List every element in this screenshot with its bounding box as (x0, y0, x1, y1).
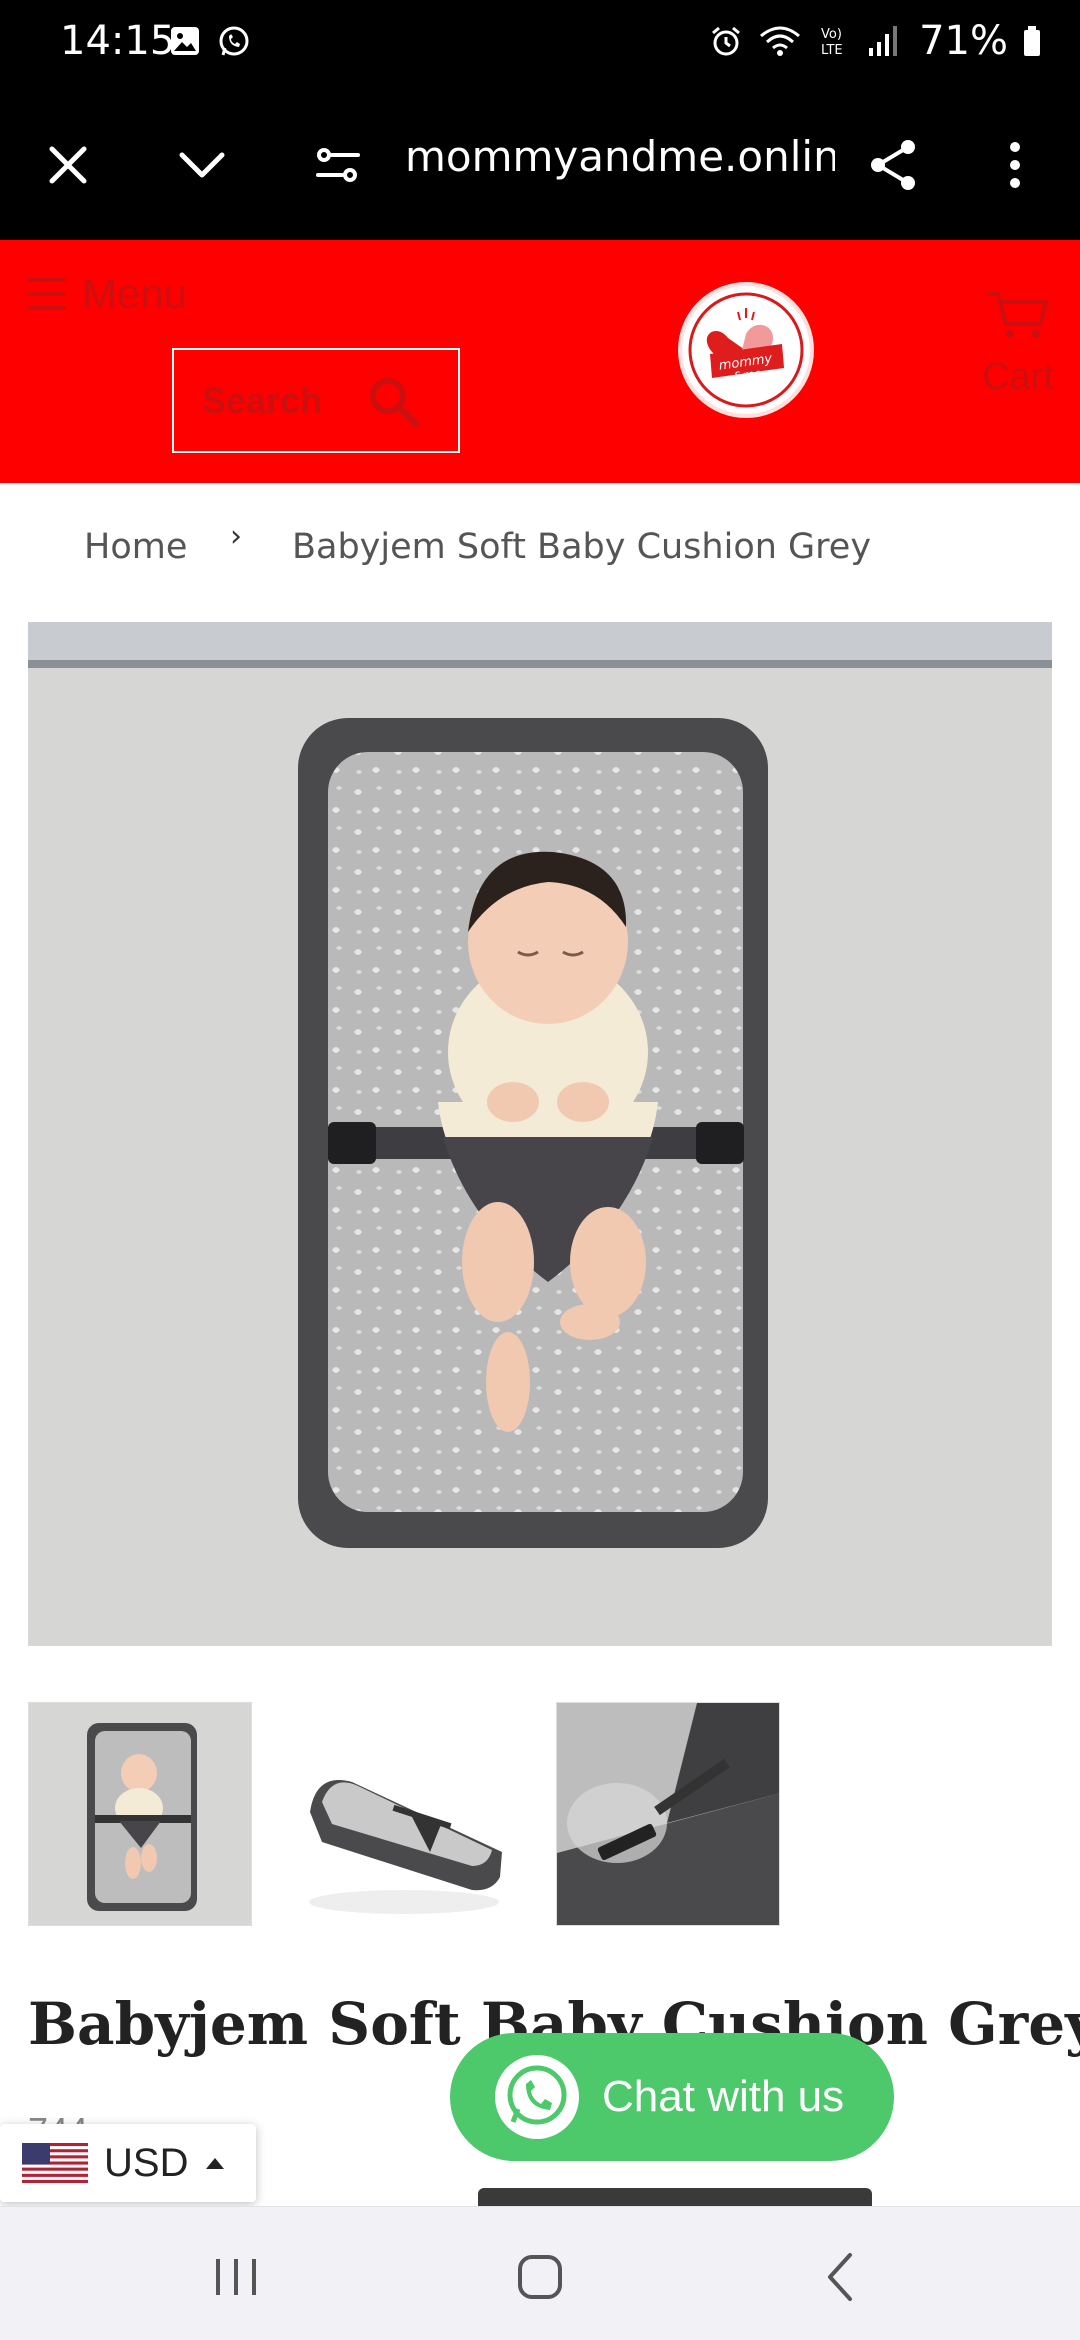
share-icon (871, 140, 915, 190)
volte-icon: Vo) LTE (821, 27, 843, 58)
collapse-button[interactable] (162, 125, 242, 205)
system-nav-bar (0, 2206, 1080, 2340)
cart-icon (988, 292, 1049, 338)
whatsapp-chat-button[interactable]: Chat with us (450, 2033, 894, 2161)
search-icon[interactable] (366, 374, 422, 430)
menu-button[interactable]: Menu (26, 270, 187, 318)
battery-percent: 71% (919, 18, 1008, 64)
caret-up-icon (206, 2158, 225, 2169)
chevron-down-icon (179, 152, 225, 178)
gallery-icon (171, 27, 199, 55)
logo-mark: mommy &me (688, 292, 804, 408)
recents-icon (216, 2259, 256, 2295)
battery-icon (1024, 26, 1040, 56)
hamburger-icon (28, 278, 66, 310)
status-right: Vo) LTE 71% (709, 18, 1042, 64)
currency-selector[interactable]: USD (0, 2124, 256, 2202)
thumbnail-strip (28, 1702, 780, 1926)
breadcrumb: Home › Babyjem Soft Baby Cushion Grey (0, 483, 1080, 623)
status-bar: 14:15 Vo) LTE 71% (0, 0, 1080, 90)
currency-code: USD (104, 2140, 189, 2185)
recents-button[interactable] (196, 2247, 276, 2307)
whatsapp-icon (495, 2055, 579, 2139)
close-icon (49, 146, 87, 184)
site-settings-button[interactable] (298, 125, 378, 205)
svg-text:Vo): Vo) (821, 27, 842, 42)
more-options-button[interactable] (975, 125, 1055, 205)
svg-text:LTE: LTE (821, 43, 843, 58)
back-button[interactable] (800, 2247, 880, 2307)
breadcrumb-separator: › (230, 519, 242, 554)
menu-label: Menu (82, 270, 188, 317)
close-tab-button[interactable] (28, 125, 108, 205)
cart-button[interactable]: Cart (982, 290, 1054, 399)
back-icon (828, 2253, 852, 2301)
browser-toolbar: mommyandme.online (0, 90, 1080, 240)
breadcrumb-home-link[interactable]: Home (84, 527, 187, 567)
more-vert-icon (1010, 142, 1020, 188)
thumbnail-angle-view (292, 1702, 516, 1926)
thumbnail-3[interactable] (556, 1702, 780, 1926)
whatsapp-icon (219, 26, 249, 56)
wifi-icon (760, 26, 801, 56)
home-button[interactable] (500, 2247, 580, 2307)
site-logo[interactable]: mommy &me (678, 282, 814, 418)
alarm-icon (712, 26, 741, 56)
us-flag-icon (22, 2143, 88, 2183)
signal-icon (869, 26, 898, 56)
product-main-image[interactable] (28, 622, 1052, 1646)
home-icon (518, 2255, 562, 2299)
breadcrumb-current: Babyjem Soft Baby Cushion Grey (292, 527, 872, 567)
thumbnail-2[interactable] (292, 1702, 516, 1926)
product-photo (28, 622, 1052, 1646)
thumbnail-top-view (29, 1703, 251, 1925)
search-input[interactable]: Search (172, 348, 460, 453)
thumbnail-1[interactable] (28, 1702, 252, 1926)
search-placeholder: Search (202, 379, 323, 421)
thumbnail-buckle-detail (557, 1703, 779, 1925)
cart-label: Cart (982, 356, 1054, 398)
site-header: Menu Search mommy &me Cart (0, 240, 1080, 483)
chat-label: Chat with us (602, 2072, 845, 2121)
status-time: 14:15 (60, 18, 176, 64)
status-left-icons (168, 24, 252, 60)
tune-icon (316, 148, 360, 182)
url-field[interactable]: mommyandme.online (405, 132, 835, 181)
share-button[interactable] (854, 125, 934, 205)
